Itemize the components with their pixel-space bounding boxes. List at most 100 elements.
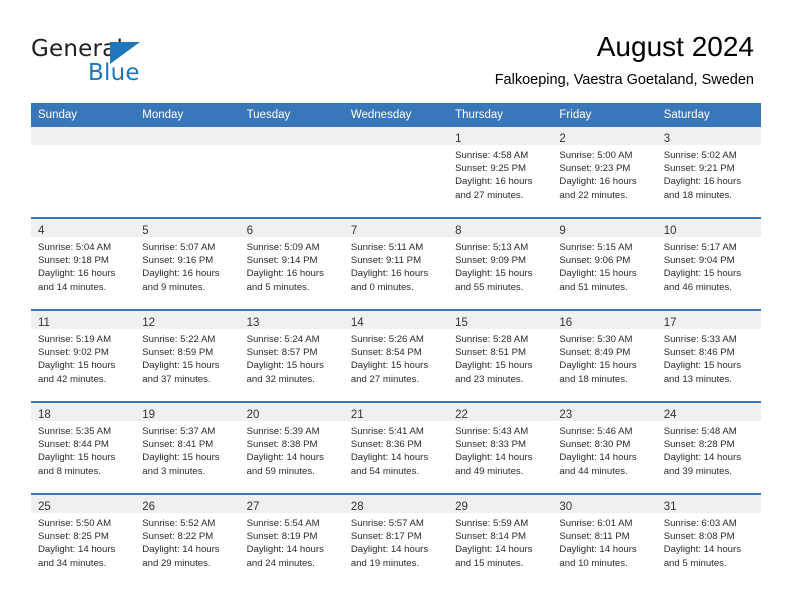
calendar-day-cell[interactable]: 2 Sunrise: 5:00 AM Sunset: 9:23 PM Daylight… [552,127,657,218]
day-detail-line: Sunset: 9:23 PM [559,163,631,175]
calendar-day-cell[interactable]: 7 Sunrise: 5:11 AM Sunset: 9:11 PM Daylight… [343,217,449,310]
day-detail-line: and 23 minutes. [455,373,524,385]
day-detail-line: Sunset: 9:11 PM [350,255,422,267]
day-detail-line: and 8 minutes. [38,465,101,477]
day-number: 1 [455,133,462,145]
calendar-day-cell[interactable]: 20 Sunrise: 5:39 AM Sunset: 8:38 PM Dayligh… [239,401,344,494]
day-detail-line: Sunset: 9:06 PM [559,255,631,267]
calendar-page: General Blue August 2024 Falkoeping, Vae… [0,0,792,612]
calendar-table: Sunday Monday Tuesday Wednesday Thursday… [31,103,761,585]
calendar-day-cell[interactable]: 25 Sunrise: 5:50 AM Sunset: 8:25 PM Dayligh… [31,493,136,585]
day-detail-line: Sunset: 8:51 PM [455,347,527,359]
day-number: 28 [350,501,364,513]
weekday-header-tuesday: Tuesday [239,103,344,127]
calendar-day-cell[interactable]: 23 Sunrise: 5:46 AM Sunset: 8:30 PM Dayligh… [552,401,657,494]
calendar-day-cell[interactable]: 12 Sunrise: 5:22 AM Sunset: 8:59 PM Dayligh… [135,309,240,402]
day-details: Sunrise: 5:24 AM Sunset: 8:57 PM Daylight:… [240,329,344,386]
day-detail-line: Sunset: 9:21 PM [663,163,735,175]
day-detail-line: Sunset: 8:28 PM [663,439,735,451]
day-detail-line: Sunrise: 5:09 AM [246,242,320,253]
calendar-day-cell[interactable]: 30 Sunrise: 6:01 AM Sunset: 8:11 PM Dayligh… [552,493,657,585]
day-detail-line: Sunrise: 5:37 AM [142,426,216,437]
day-detail-line: Sunrise: 5:11 AM [350,242,424,253]
day-detail-line: Sunset: 8:49 PM [559,347,631,359]
day-detail-line: Daylight: 16 hours [142,268,220,280]
calendar-day-cell[interactable]: 26 Sunrise: 5:52 AM Sunset: 8:22 PM Dayligh… [135,493,240,585]
day-detail-line: Sunrise: 5:50 AM [38,518,112,529]
calendar-day-cell[interactable]: 16 Sunrise: 5:30 AM Sunset: 8:49 PM Dayligh… [552,309,657,402]
day-number-band: 19 [135,403,240,421]
calendar-day-cell[interactable]: 29 Sunrise: 5:59 AM Sunset: 8:14 PM Dayligh… [448,493,553,585]
logo[interactable]: General Blue [31,36,231,92]
day-detail-line: Daylight: 15 hours [246,360,324,372]
day-number-band: 23 [552,403,657,421]
weekday-header-sunday: Sunday [31,103,136,127]
calendar-day-cell[interactable]: 15 Sunrise: 5:28 AM Sunset: 8:51 PM Dayligh… [448,309,553,402]
calendar-day-cell[interactable]: 6 Sunrise: 5:09 AM Sunset: 9:14 PM Daylight… [239,217,344,310]
day-detail-line: Sunrise: 5:00 AM [559,150,633,161]
day-detail-line: Daylight: 15 hours [663,360,742,372]
day-number: 16 [559,317,573,329]
day-detail-line: Daylight: 16 hours [350,268,429,280]
day-number-band: 11 [31,311,136,329]
day-detail-line: Sunrise: 5:02 AM [663,150,737,161]
day-detail-line: Sunset: 9:16 PM [142,255,214,267]
day-number: 4 [38,225,45,237]
calendar-day-cell[interactable]: 17 Sunrise: 5:33 AM Sunset: 8:46 PM Dayligh… [656,309,761,402]
day-details: Sunrise: 5:07 AM Sunset: 9:16 PM Daylight:… [135,237,239,294]
calendar-day-cell[interactable]: 10 Sunrise: 5:17 AM Sunset: 9:04 PM Dayligh… [656,217,761,310]
day-detail-line: Sunrise: 5:48 AM [663,426,737,437]
day-number-band: 12 [135,311,240,329]
day-detail-line: Sunrise: 5:19 AM [38,334,112,345]
calendar-day-cell[interactable]: 14 Sunrise: 5:26 AM Sunset: 8:54 PM Dayligh… [343,309,449,402]
day-number-band: 4 [31,219,136,237]
day-detail-line: and 5 minutes. [246,281,310,293]
day-details: Sunrise: 5:04 AM Sunset: 9:18 PM Daylight:… [31,237,135,294]
day-detail-line: Sunrise: 5:13 AM [455,242,529,253]
day-number-band: 5 [135,219,240,237]
day-number-band: 8 [448,219,553,237]
day-detail-line: and 55 minutes. [455,281,524,293]
day-detail-line: Sunset: 8:17 PM [350,531,422,543]
calendar-day-cell[interactable]: 31 Sunrise: 6:03 AM Sunset: 8:08 PM Dayligh… [656,493,761,585]
day-number: 10 [663,225,677,237]
day-detail-line: Sunset: 8:22 PM [142,531,214,543]
day-details: Sunrise: 5:26 AM Sunset: 8:54 PM Daylight:… [344,329,448,386]
day-detail-line: and 24 minutes. [246,557,315,569]
day-detail-line: Sunrise: 5:28 AM [455,334,529,345]
day-number: 17 [663,317,677,329]
day-detail-line: Sunset: 9:25 PM [455,163,527,175]
calendar-day-cell[interactable]: 24 Sunrise: 5:48 AM Sunset: 8:28 PM Dayligh… [656,401,761,494]
weekday-header-friday: Friday [552,103,657,127]
calendar-day-cell[interactable]: 3 Sunrise: 5:02 AM Sunset: 9:21 PM Daylight… [656,127,761,218]
day-details: Sunrise: 5:43 AM Sunset: 8:33 PM Daylight:… [448,421,552,478]
calendar-day-cell[interactable]: 22 Sunrise: 5:43 AM Sunset: 8:33 PM Dayligh… [448,401,553,494]
calendar-day-cell[interactable]: 21 Sunrise: 5:41 AM Sunset: 8:36 PM Dayligh… [343,401,449,494]
calendar-day-cell[interactable]: 28 Sunrise: 5:57 AM Sunset: 8:17 PM Dayligh… [343,493,449,585]
day-detail-line: Sunset: 8:38 PM [246,439,318,451]
day-details: Sunrise: 5:17 AM Sunset: 9:04 PM Daylight:… [657,237,761,294]
calendar-day-cell[interactable]: 13 Sunrise: 5:24 AM Sunset: 8:57 PM Dayligh… [239,309,344,402]
day-detail-line: and 18 minutes. [559,373,628,385]
calendar-day-cell[interactable]: 1 Sunrise: 4:58 AM Sunset: 9:25 PM Daylight… [448,127,553,218]
day-detail-line: Daylight: 14 hours [559,544,637,556]
calendar-day-cell[interactable]: 18 Sunrise: 5:35 AM Sunset: 8:44 PM Dayligh… [31,401,136,494]
calendar-day-cell[interactable]: 8 Sunrise: 5:13 AM Sunset: 9:09 PM Daylight… [448,217,553,310]
day-detail-line: Sunset: 8:46 PM [663,347,735,359]
calendar-day-cell[interactable]: 19 Sunrise: 5:37 AM Sunset: 8:41 PM Dayligh… [135,401,240,494]
day-detail-line: Sunrise: 5:43 AM [455,426,529,437]
day-detail-line: Sunset: 9:18 PM [38,255,109,267]
day-detail-line: and 27 minutes. [350,373,420,385]
day-detail-line: Daylight: 15 hours [38,452,116,464]
day-number-band: 17 [656,311,761,329]
day-details: Sunrise: 5:39 AM Sunset: 8:38 PM Daylight:… [240,421,344,478]
calendar-day-cell[interactable]: 11 Sunrise: 5:19 AM Sunset: 9:02 PM Dayligh… [31,309,136,402]
calendar-day-cell[interactable]: 4 Sunrise: 5:04 AM Sunset: 9:18 PM Daylight… [31,217,136,310]
calendar-day-cell[interactable]: 27 Sunrise: 5:54 AM Sunset: 8:19 PM Dayligh… [239,493,344,585]
day-detail-line: Daylight: 14 hours [142,544,220,556]
calendar-day-cell[interactable]: 9 Sunrise: 5:15 AM Sunset: 9:06 PM Daylight… [552,217,657,310]
day-number: 21 [350,409,364,421]
title-block: August 2024 Falkoeping, Vaestra Goetalan… [495,30,754,90]
day-number-band [239,127,344,145]
calendar-day-cell[interactable]: 5 Sunrise: 5:07 AM Sunset: 9:16 PM Daylight… [135,217,240,310]
